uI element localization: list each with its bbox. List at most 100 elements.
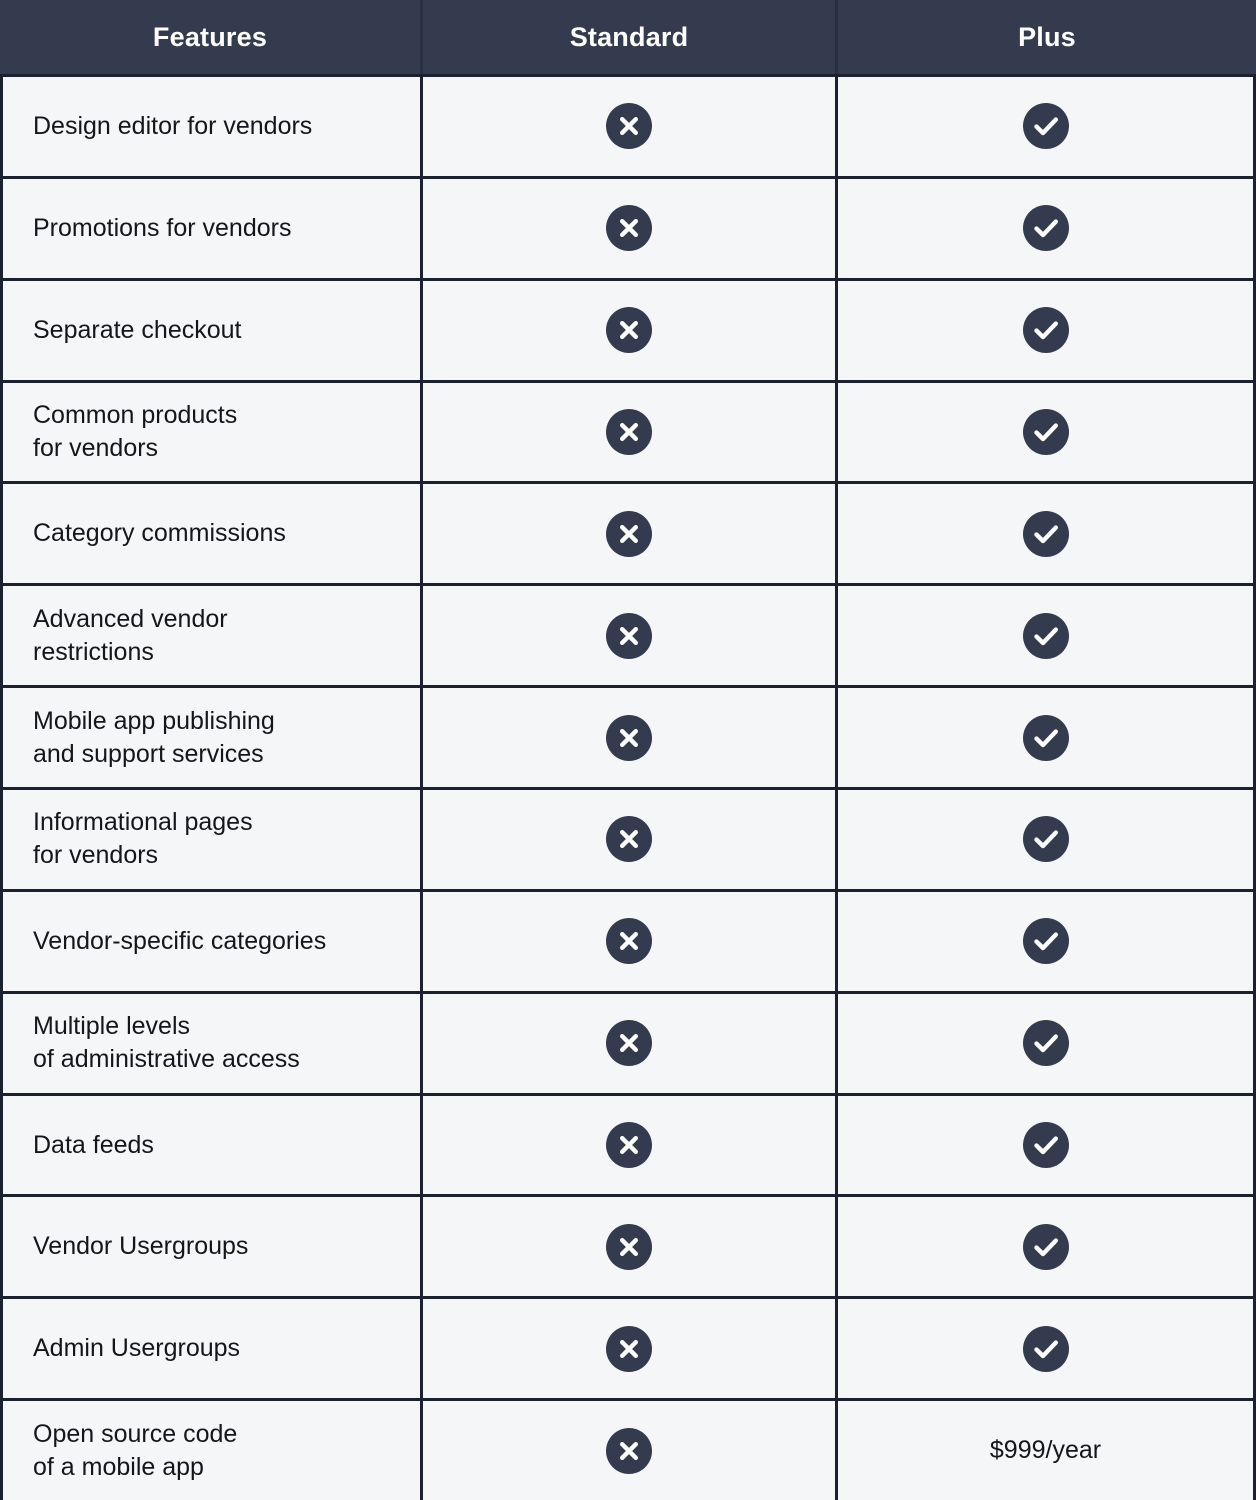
standard-plan-cell	[420, 993, 838, 1093]
check-circle-icon	[1022, 1325, 1069, 1372]
column-header-features: Features	[0, 0, 420, 74]
table-row: Advanced vendor restrictions	[0, 586, 1256, 689]
plus-plan-cell	[838, 77, 1256, 176]
feature-label: Mobile app publishing and support service…	[33, 705, 275, 771]
feature-name-cell: Separate checkout	[0, 280, 420, 380]
standard-plan-cell	[420, 484, 838, 584]
check-circle-icon	[1022, 816, 1069, 863]
check-circle-icon	[1022, 1020, 1069, 1067]
feature-label: Advanced vendor restrictions	[33, 603, 228, 669]
feature-label-line: and support services	[33, 739, 264, 768]
feature-name-cell: Common products for vendors	[0, 382, 420, 482]
feature-name-cell: Category commissions	[0, 484, 420, 584]
table-row: Mobile app publishing and support service…	[0, 688, 1256, 791]
feature-label-line: Data feeds	[33, 1130, 154, 1159]
feature-label-line: Vendor Usergroups	[33, 1232, 249, 1261]
table-row: Open source code of a mobile app $999/year	[0, 1401, 1256, 1500]
feature-label: Informational pages for vendors	[33, 806, 253, 872]
standard-plan-cell	[420, 1095, 838, 1195]
table-row: Admin Usergroups	[0, 1299, 1256, 1402]
plus-plan-cell	[838, 1299, 1256, 1399]
plus-plan-cell	[838, 1197, 1256, 1297]
plus-plan-cell	[838, 1095, 1256, 1195]
table-body: Design editor for vendors Promotions for …	[0, 77, 1256, 1500]
standard-plan-cell	[420, 178, 838, 278]
feature-name-cell: Vendor Usergroups	[0, 1197, 420, 1297]
plus-plan-cell	[838, 178, 1256, 278]
cross-circle-icon	[606, 307, 652, 354]
cross-circle-icon	[606, 918, 652, 965]
standard-plan-cell	[420, 688, 838, 788]
table-row: Data feeds	[0, 1095, 1256, 1198]
feature-label: Vendor-specific categories	[33, 925, 326, 958]
table-row: Design editor for vendors	[0, 77, 1256, 179]
feature-label: Data feeds	[33, 1129, 154, 1162]
standard-plan-cell	[420, 1401, 838, 1500]
feature-label-line: Informational pages	[33, 808, 253, 837]
feature-label-line: Multiple levels	[33, 1012, 191, 1041]
feature-label: Design editor for vendors	[33, 110, 312, 143]
column-header-plus-label: Plus	[1018, 21, 1076, 52]
check-circle-icon	[1022, 409, 1069, 455]
table-row: Informational pages for vendors	[0, 790, 1256, 892]
plus-plan-cell	[838, 382, 1256, 482]
cross-circle-icon	[606, 409, 652, 455]
price-value: $999/year	[989, 1436, 1102, 1465]
feature-label-line: Separate checkout	[33, 315, 242, 344]
standard-plan-cell	[420, 891, 838, 991]
feature-name-cell: Design editor for vendors	[0, 77, 420, 176]
feature-name-cell: Open source code of a mobile app	[0, 1401, 420, 1500]
feature-label: Common products for vendors	[33, 399, 237, 465]
plus-plan-cell	[838, 993, 1256, 1093]
feature-label: Vendor Usergroups	[33, 1230, 248, 1263]
feature-name-cell: Informational pages for vendors	[0, 790, 420, 889]
check-circle-icon	[1022, 1122, 1069, 1169]
feature-label-line: Vendor-specific categories	[33, 926, 327, 955]
feature-label: Category commissions	[33, 517, 286, 550]
feature-label-line: Common products	[33, 401, 238, 429]
column-header-standard: Standard	[420, 0, 838, 74]
cross-circle-icon	[606, 1020, 652, 1067]
cross-circle-icon	[606, 1122, 652, 1169]
table-row: Vendor Usergroups	[0, 1197, 1256, 1300]
feature-label-line: Mobile app publishing	[33, 706, 275, 735]
plus-plan-cell	[838, 688, 1256, 788]
cross-circle-icon	[606, 103, 652, 150]
cross-circle-icon	[606, 612, 652, 659]
feature-label-line: for vendors	[33, 841, 159, 870]
feature-label-line: Category commissions	[33, 519, 286, 548]
table-row: Category commissions	[0, 484, 1256, 587]
check-circle-icon	[1022, 205, 1069, 252]
check-circle-icon	[1022, 103, 1069, 150]
feature-label-line: of a mobile app	[33, 1452, 204, 1481]
feature-name-cell: Admin Usergroups	[0, 1299, 420, 1399]
cross-circle-icon	[606, 816, 652, 863]
check-circle-icon	[1022, 510, 1069, 557]
feature-name-cell: Data feeds	[0, 1095, 420, 1195]
check-circle-icon	[1022, 918, 1069, 965]
feature-label: Admin Usergroups	[33, 1332, 240, 1365]
check-circle-icon	[1022, 612, 1069, 659]
feature-name-cell: Mobile app publishing and support service…	[0, 688, 420, 788]
feature-label-line: for vendors	[33, 434, 159, 462]
standard-plan-cell	[420, 1299, 838, 1399]
table-row: Separate checkout	[0, 280, 1256, 383]
feature-label: Multiple levels of administrative access	[33, 1010, 300, 1076]
table-row: Promotions for vendors	[0, 178, 1256, 281]
plus-plan-cell: $999/year	[838, 1401, 1256, 1500]
plus-plan-cell	[838, 891, 1256, 991]
standard-plan-cell	[420, 280, 838, 380]
table-row: Multiple levels of administrative access	[0, 993, 1256, 1096]
standard-plan-cell	[420, 77, 838, 176]
feature-label-line: Admin Usergroups	[33, 1334, 241, 1363]
feature-label: Promotions for vendors	[33, 212, 291, 245]
table-row: Common products for vendors	[0, 382, 1256, 485]
cross-circle-icon	[606, 1223, 652, 1270]
feature-label: Separate checkout	[33, 314, 241, 347]
standard-plan-cell	[420, 382, 838, 482]
check-circle-icon	[1022, 1223, 1069, 1270]
table-row: Vendor-specific categories	[0, 891, 1256, 994]
feature-label-line: of administrative access	[33, 1045, 300, 1074]
plus-plan-cell	[838, 280, 1256, 380]
standard-plan-cell	[420, 1197, 838, 1297]
